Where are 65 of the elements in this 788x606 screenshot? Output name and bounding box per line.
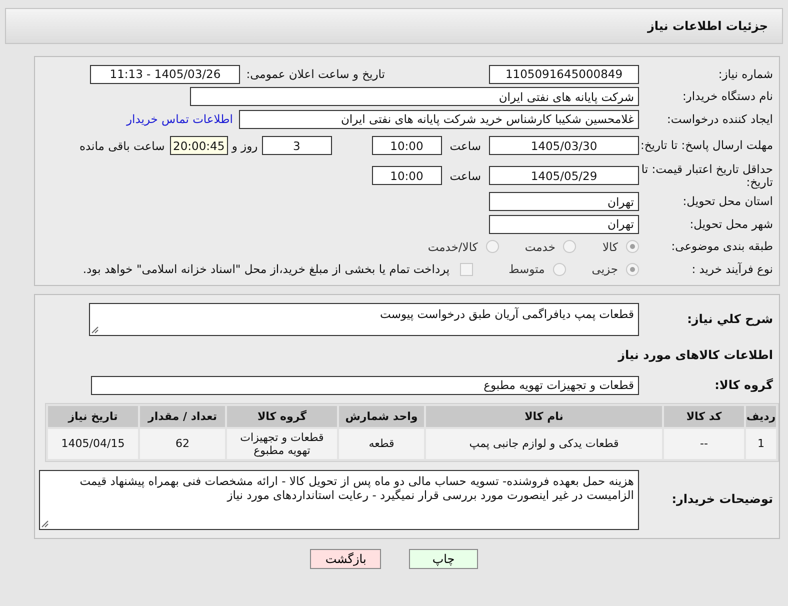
field-value: شرکت پایانه های نفتی ایران <box>190 87 639 106</box>
section-heading: اطلاعات کالاهای مورد نیاز <box>618 348 774 362</box>
checkbox-label: پرداخت تمام یا بخشی از مبلغ خرید،از محل "اسناد خزانه اسلامی" خواهد بود. <box>82 262 450 276</box>
resize-grip-icon[interactable] <box>91 326 99 334</box>
table-cell: قطعات یدکی و لوازم جانبی پمپ <box>426 428 662 458</box>
countdown-field: 20:00:45 <box>170 136 228 155</box>
page-title: جزئیات اطلاعات نیاز <box>647 19 768 33</box>
field-label: تاریخ و ساعت اعلان عمومی: <box>246 67 385 82</box>
table-cell: 62 <box>140 428 225 458</box>
field-value: تهران <box>489 192 639 212</box>
column-header: گروه کالا <box>227 406 337 426</box>
field-label: استان محل تحویل: <box>682 195 774 208</box>
field-label: ساعت <box>450 168 481 182</box>
table-cell: قطعه <box>339 428 424 458</box>
table-cell: 1 <box>746 428 776 458</box>
radio-label: کالا/خدمت <box>428 240 478 254</box>
radio-label: خدمت <box>524 240 556 254</box>
print-button[interactable]: چاپ <box>409 548 478 568</box>
column-header: تاریخ نیاز <box>48 406 138 426</box>
radio-button[interactable] <box>486 240 499 254</box>
column-header: واحد شمارش <box>339 406 424 426</box>
contact-link[interactable]: اطلاعات تماس خریدار <box>126 112 233 126</box>
field-value: 3 <box>262 136 332 155</box>
table-cell: قطعات و تجهیزات تهویه مطبوع <box>227 428 337 458</box>
field-label: توضیحات خریدار: <box>670 493 774 506</box>
field-label: شماره نیاز: <box>717 68 774 81</box>
radio-button[interactable] <box>563 240 576 254</box>
field-label: شرح کلي نیاز: <box>686 312 774 326</box>
column-header: کد کالا <box>664 406 744 426</box>
field-label: طبقه بندی موضوعی: <box>670 240 774 254</box>
table-cell: -- <box>664 428 744 458</box>
field-label: روز و <box>232 138 258 152</box>
field-value: 1405/05/29 <box>489 166 639 185</box>
field-label: مهلت ارسال پاسخ: تا تاریخ: <box>639 139 774 152</box>
radio-label: کالا <box>602 240 618 254</box>
column-header: ردیف <box>746 406 776 426</box>
field-label: حداقل تاریخ اعتبار قیمت: تا تاریخ: <box>640 162 774 188</box>
field-value: 10:00 <box>372 136 442 155</box>
radio-label: جزیی <box>592 262 618 276</box>
radio-button[interactable] <box>552 262 566 276</box>
field-label: شهر محل تحویل: <box>688 218 774 231</box>
field-label: نوع فرآیند خرید : <box>690 262 774 276</box>
field-value: غلامحسین شکیبا کارشناس خرید شرکت پایانه های نفتی ایران <box>239 110 639 129</box>
description-box[interactable]: قطعات پمپ دیافراگمی آریان طبق درخواست پیوست <box>89 302 639 336</box>
back-button[interactable]: بازگشت <box>310 548 382 568</box>
field-value: تهران <box>489 214 639 234</box>
field-label: گروه کالا: <box>714 378 774 392</box>
radio-button[interactable] <box>626 240 639 254</box>
field-value: 10:00 <box>372 166 442 185</box>
field-value: 1105091645000849 <box>489 64 639 84</box>
field-label: ایجاد کننده درخواست: <box>666 112 774 126</box>
radio-button[interactable] <box>626 262 639 276</box>
column-header: نام کالا <box>426 406 662 426</box>
radio-label: متوسط <box>508 262 545 276</box>
table-cell: 1405/04/15 <box>48 428 138 458</box>
notes-box[interactable]: هزینه حمل بعهده فروشنده- تسویه حساب مالی دو ماه پس از تحویل کالا - ارائه مشخصات فنی بهمراه پیشنهاد قیمت الزامیست در غیر اینصورت مورد بررسی قرار نمیگیرد - رعایت استانداردهای مورد نیاز <box>39 470 639 530</box>
field-label: ساعت باقی مانده <box>80 138 165 152</box>
checkbox[interactable] <box>460 262 473 276</box>
resize-grip-icon[interactable] <box>41 520 49 528</box>
field-label: نام دستگاه خریدار: <box>681 90 774 104</box>
column-header: تعداد / مقدار <box>140 406 225 426</box>
field-value: 1405/03/30 <box>489 136 639 155</box>
field-label: ساعت <box>450 138 481 152</box>
field-value: 1405/03/26 - 11:13 <box>90 64 240 84</box>
group-field: قطعات و تجهیزات تهویه مطبوع <box>91 376 639 395</box>
